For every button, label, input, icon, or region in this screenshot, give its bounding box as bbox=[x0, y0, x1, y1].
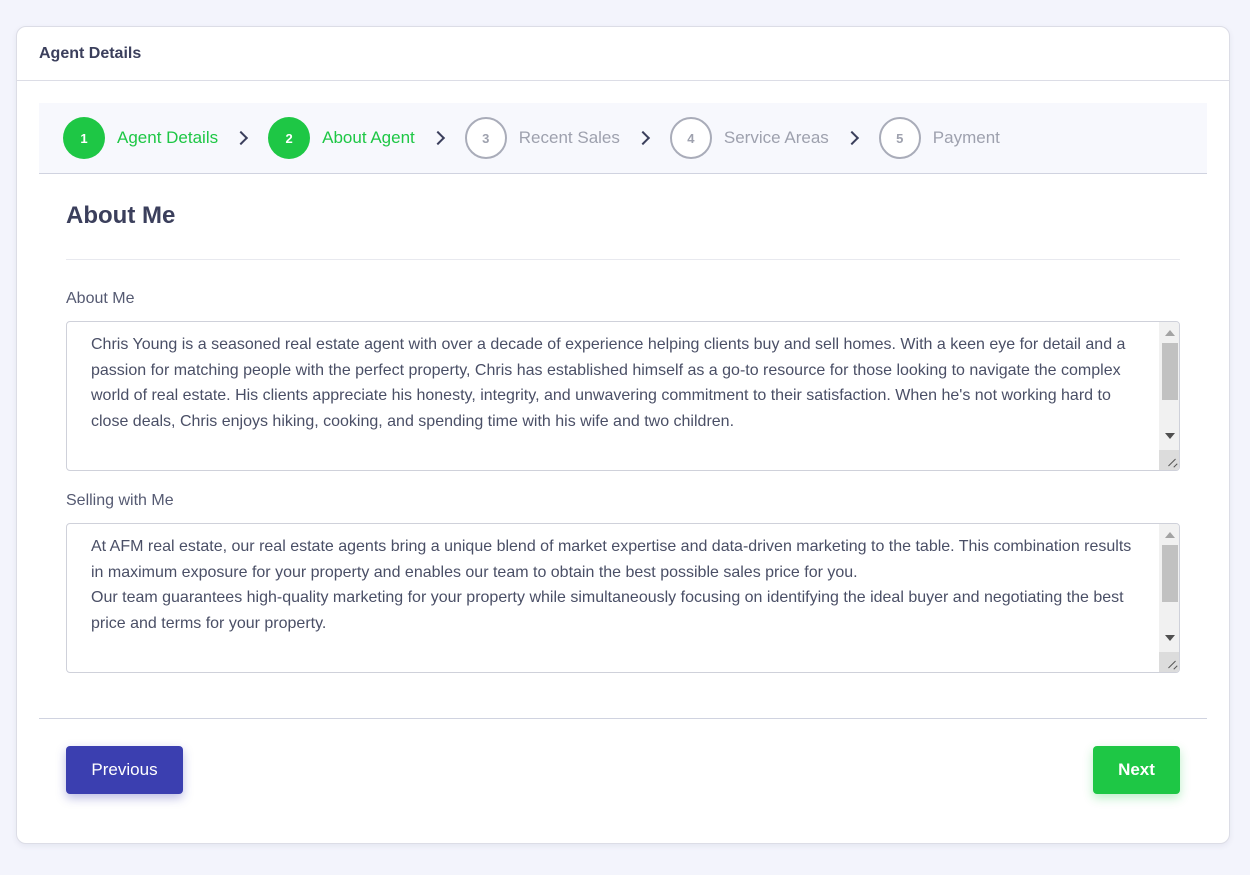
step-label: Agent Details bbox=[117, 128, 219, 147]
step-agent-details[interactable]: 1 Agent Details bbox=[63, 117, 218, 159]
step-number-badge: 1 bbox=[63, 117, 105, 159]
about-me-text: Chris Young is a seasoned real estate ag… bbox=[91, 336, 1130, 431]
scroll-up-icon[interactable] bbox=[1165, 532, 1175, 538]
step-label: Payment bbox=[932, 128, 1000, 147]
selling-with-me-scrollbar[interactable] bbox=[1159, 524, 1179, 672]
section-title: About Me bbox=[66, 202, 176, 229]
next-button[interactable]: Next bbox=[1093, 746, 1180, 794]
step-number-badge: 2 bbox=[268, 117, 311, 159]
card-title: Agent Details bbox=[39, 44, 142, 62]
step-label: Service Areas bbox=[723, 128, 829, 147]
step-recent-sales[interactable]: 3 Recent Sales bbox=[464, 117, 620, 159]
step-label: About Agent bbox=[322, 128, 415, 147]
scroll-down-icon[interactable] bbox=[1165, 635, 1175, 641]
resize-grip-icon[interactable] bbox=[1159, 652, 1179, 672]
scroll-up-icon[interactable] bbox=[1165, 330, 1175, 336]
about-me-scrollbar[interactable] bbox=[1159, 322, 1179, 470]
step-payment[interactable]: 5 Payment bbox=[878, 117, 1000, 159]
card-header: Agent Details bbox=[17, 27, 1229, 81]
wizard-stepper: 1 Agent Details 2 About Agent 3 Recent S… bbox=[39, 103, 1207, 174]
step-about-agent[interactable]: 2 About Agent bbox=[268, 117, 415, 159]
selling-with-me-textarea[interactable]: At AFM real estate, our real estate agen… bbox=[66, 523, 1180, 673]
selling-with-me-label: Selling with Me bbox=[66, 492, 174, 509]
section-divider bbox=[66, 259, 1180, 260]
previous-button[interactable]: Previous bbox=[66, 746, 183, 794]
about-me-textarea[interactable]: Chris Young is a seasoned real estate ag… bbox=[66, 321, 1180, 471]
selling-with-me-text: At AFM real estate, our real estate agen… bbox=[91, 538, 1132, 633]
about-me-label: About Me bbox=[66, 290, 135, 307]
step-number-badge: 5 bbox=[878, 117, 921, 159]
step-label: Recent Sales bbox=[518, 128, 620, 147]
resize-grip-icon[interactable] bbox=[1159, 450, 1179, 470]
agent-details-card: Agent Details 1 Agent Details 2 About Ag… bbox=[16, 26, 1230, 844]
scroll-thumb[interactable] bbox=[1162, 343, 1178, 400]
footer-divider bbox=[39, 718, 1207, 719]
chevron-right-icon bbox=[844, 130, 859, 146]
chevron-right-icon bbox=[635, 130, 650, 146]
scroll-thumb[interactable] bbox=[1162, 545, 1178, 602]
scroll-down-icon[interactable] bbox=[1165, 433, 1175, 439]
chevron-right-icon bbox=[234, 130, 249, 146]
step-number-badge: 3 bbox=[464, 117, 507, 159]
step-number-badge: 4 bbox=[669, 117, 712, 159]
step-service-areas[interactable]: 4 Service Areas bbox=[669, 117, 829, 159]
chevron-right-icon bbox=[430, 130, 445, 146]
